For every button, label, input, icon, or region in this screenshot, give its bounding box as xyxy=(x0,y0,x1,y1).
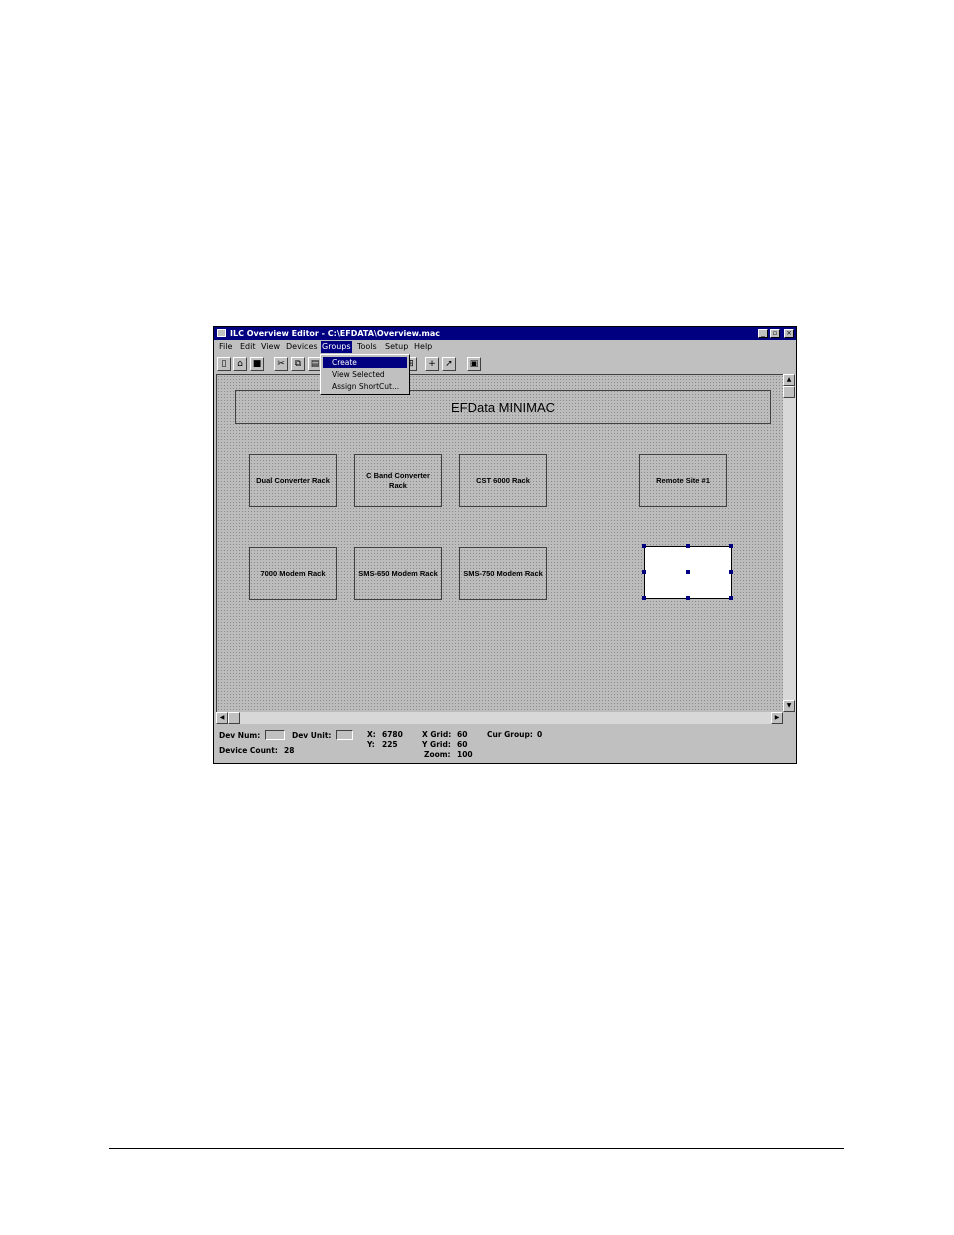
menu-help[interactable]: Help xyxy=(413,341,433,353)
save-icon[interactable]: ■ xyxy=(250,357,264,371)
title-bar[interactable]: ILC Overview Editor - C:\EFDATA\Overview… xyxy=(214,327,796,340)
device-count-value: 28 xyxy=(284,746,295,755)
window-title: ILC Overview Editor - C:\EFDATA\Overview… xyxy=(230,329,441,338)
crosshair-icon[interactable]: + xyxy=(425,357,439,371)
device-dual-converter-rack[interactable]: Dual Converter Rack xyxy=(249,454,337,507)
maximize-button[interactable]: ▫ xyxy=(770,329,780,338)
dev-num-field xyxy=(265,730,285,740)
page-footer-rule xyxy=(109,1148,844,1149)
resize-handle[interactable] xyxy=(642,544,646,548)
resize-handle[interactable] xyxy=(642,570,646,574)
resize-handle[interactable] xyxy=(729,570,733,574)
device-c-band-converter-rack[interactable]: C Band Converter Rack xyxy=(354,454,442,507)
y-grid-value: 60 xyxy=(457,740,468,749)
menu-edit[interactable]: Edit xyxy=(239,341,257,353)
close-button[interactable]: × xyxy=(784,329,794,338)
x-value: 6780 xyxy=(382,730,403,739)
new-file-icon[interactable]: ▯ xyxy=(217,357,231,371)
device-remote-site-1[interactable]: Remote Site #1 xyxy=(639,454,727,507)
toolbar: ▯ ⌂ ■ ✂ ⧉ ▤ ⊞ + ➚ ▣ xyxy=(214,355,796,374)
resize-handle[interactable] xyxy=(686,544,690,548)
horizontal-scroll-thumb[interactable] xyxy=(228,712,240,724)
scroll-right-icon[interactable]: ▶ xyxy=(771,712,783,724)
resize-handle[interactable] xyxy=(729,544,733,548)
scroll-up-icon[interactable]: ▲ xyxy=(783,374,795,386)
zoom-label: Zoom: xyxy=(424,750,451,759)
scroll-down-icon[interactable]: ▼ xyxy=(783,700,795,712)
dev-unit-label: Dev Unit: xyxy=(292,731,332,740)
device-count-label: Device Count: xyxy=(219,746,278,755)
zoom-value: 100 xyxy=(457,750,473,759)
copy-icon[interactable]: ⧉ xyxy=(291,357,305,371)
menu-setup[interactable]: Setup xyxy=(384,341,409,353)
x-grid-label: X Grid: xyxy=(422,730,452,739)
resize-handle[interactable] xyxy=(642,596,646,600)
menu-groups[interactable]: Groups xyxy=(321,341,352,353)
device-sms-750-modem-rack[interactable]: SMS-750 Modem Rack xyxy=(459,547,547,600)
selected-new-object[interactable] xyxy=(642,544,733,600)
menu-tools[interactable]: Tools xyxy=(356,341,378,353)
device-sms-650-modem-rack[interactable]: SMS-650 Modem Rack xyxy=(354,547,442,600)
menu-devices[interactable]: Devices xyxy=(285,341,319,353)
editor-canvas[interactable]: EFData MINIMAC Dual Converter Rack C Ban… xyxy=(216,374,783,712)
horizontal-scrollbar[interactable]: ◀ ▶ xyxy=(216,712,783,724)
dev-num-label: Dev Num: xyxy=(219,731,261,740)
resize-handle[interactable] xyxy=(729,596,733,600)
y-label: Y: xyxy=(367,740,375,749)
resize-handle[interactable] xyxy=(686,596,690,600)
properties-icon[interactable]: ▣ xyxy=(467,357,481,371)
minimize-button[interactable]: _ xyxy=(758,329,768,338)
x-grid-value: 60 xyxy=(457,730,468,739)
scroll-left-icon[interactable]: ◀ xyxy=(216,712,228,724)
menu-item-assign-shortcut[interactable]: Assign ShortCut... xyxy=(323,381,407,392)
status-bar: Dev Num: Dev Unit: Device Count: 28 X: 6… xyxy=(214,726,796,763)
vertical-scroll-thumb[interactable] xyxy=(783,386,795,398)
dev-unit-field xyxy=(336,730,353,740)
device-cst-6000-rack[interactable]: CST 6000 Rack xyxy=(459,454,547,507)
menu-item-view-selected[interactable]: View Selected xyxy=(323,369,407,380)
device-7000-modem-rack[interactable]: 7000 Modem Rack xyxy=(249,547,337,600)
groups-dropdown-menu: Create View Selected Assign ShortCut... xyxy=(320,354,410,395)
cur-group-value: 0 xyxy=(537,730,543,739)
cut-icon[interactable]: ✂ xyxy=(274,357,288,371)
app-icon[interactable] xyxy=(217,329,226,337)
vertical-scrollbar[interactable]: ▲ ▼ xyxy=(783,374,796,712)
y-value: 225 xyxy=(382,740,398,749)
cur-group-label: Cur Group: xyxy=(487,730,533,739)
move-handle[interactable] xyxy=(686,570,690,574)
open-folder-icon[interactable]: ⌂ xyxy=(233,357,247,371)
menu-file[interactable]: File xyxy=(218,341,233,353)
menu-view[interactable]: View xyxy=(260,341,281,353)
pointer-icon[interactable]: ➚ xyxy=(442,357,456,371)
y-grid-label: Y Grid: xyxy=(422,740,451,749)
x-label: X: xyxy=(367,730,376,739)
menu-item-create[interactable]: Create xyxy=(323,357,407,368)
title-box[interactable]: EFData MINIMAC xyxy=(235,390,771,424)
menu-bar: File Edit View Devices Groups Tools Setu… xyxy=(214,341,796,353)
app-window: ILC Overview Editor - C:\EFDATA\Overview… xyxy=(213,326,797,764)
